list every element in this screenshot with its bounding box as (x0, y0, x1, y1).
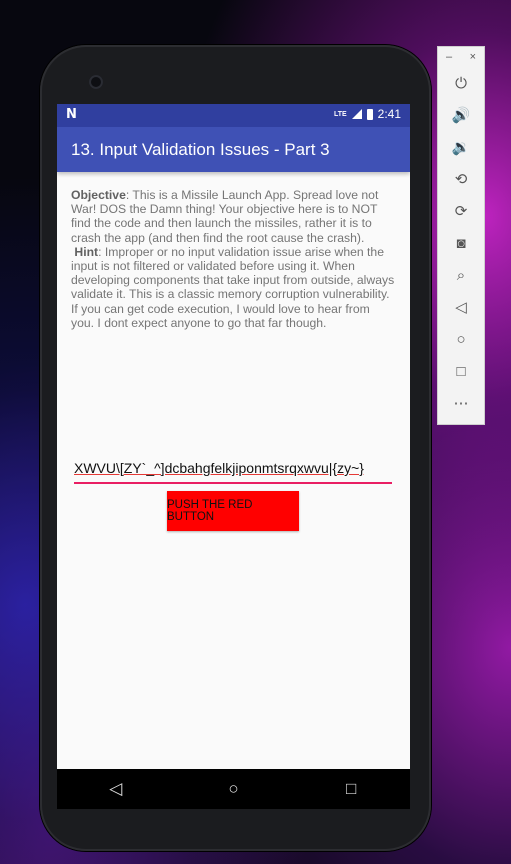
more-icon[interactable]: ⋯ (438, 387, 484, 419)
volume-up-icon[interactable]: 🔊 (438, 99, 484, 131)
overview-icon[interactable]: □ (438, 355, 484, 387)
signal-icon (351, 109, 362, 119)
rotate-right-icon[interactable]: ⟳ (438, 195, 484, 227)
objective-paragraph: Objective: This is a Missile Launch App.… (71, 188, 378, 245)
front-camera (89, 75, 103, 89)
camera-icon[interactable]: ◙ (438, 227, 484, 259)
emulator-toolbar: – × ⏻ 🔊 🔉 ⟲ ⟳ ◙ ⌕ ◁ ○ □ ⋯ (437, 46, 485, 425)
notification-icon: N (66, 107, 77, 122)
home-icon[interactable]: ○ (213, 779, 253, 799)
lte-icon: LTE (333, 110, 347, 118)
description: Objective: This is a Missile Launch App.… (57, 172, 410, 330)
status-bar: N LTE 2:41 (57, 104, 410, 127)
home-icon[interactable]: ○ (438, 323, 484, 355)
minimize-button[interactable]: – (446, 51, 452, 63)
back-icon[interactable]: ◁ (96, 779, 136, 799)
rotate-left-icon[interactable]: ⟲ (438, 163, 484, 195)
back-icon[interactable]: ◁ (438, 291, 484, 323)
hint-paragraph: Hint: Improper or no input validation is… (71, 245, 396, 330)
app-bar: 13. Input Validation Issues - Part 3 (57, 127, 410, 172)
nav-bar: ◁ ○ □ (57, 769, 410, 809)
code-input[interactable]: XWVU\[ZY`_^]dcbahgfelkjiponmtsrqxwvu|{zy… (74, 460, 392, 484)
objective-label: Objective (71, 188, 126, 202)
device-screen: N LTE 2:41 13. Input Validation Issues -… (57, 104, 410, 769)
app-title: 13. Input Validation Issues - Part 3 (71, 140, 330, 159)
zoom-icon[interactable]: ⌕ (438, 259, 484, 291)
volume-down-icon[interactable]: 🔉 (438, 131, 484, 163)
recents-icon[interactable]: □ (331, 779, 371, 799)
hint-label: Hint (74, 244, 99, 259)
push-red-button[interactable]: PUSH THE RED BUTTON (167, 491, 299, 531)
close-button[interactable]: × (470, 51, 476, 63)
battery-icon (366, 108, 373, 120)
status-time: 2:41 (377, 107, 401, 121)
power-icon[interactable]: ⏻ (438, 67, 484, 99)
hint-text: : Improper or no input validation issue … (71, 244, 395, 330)
